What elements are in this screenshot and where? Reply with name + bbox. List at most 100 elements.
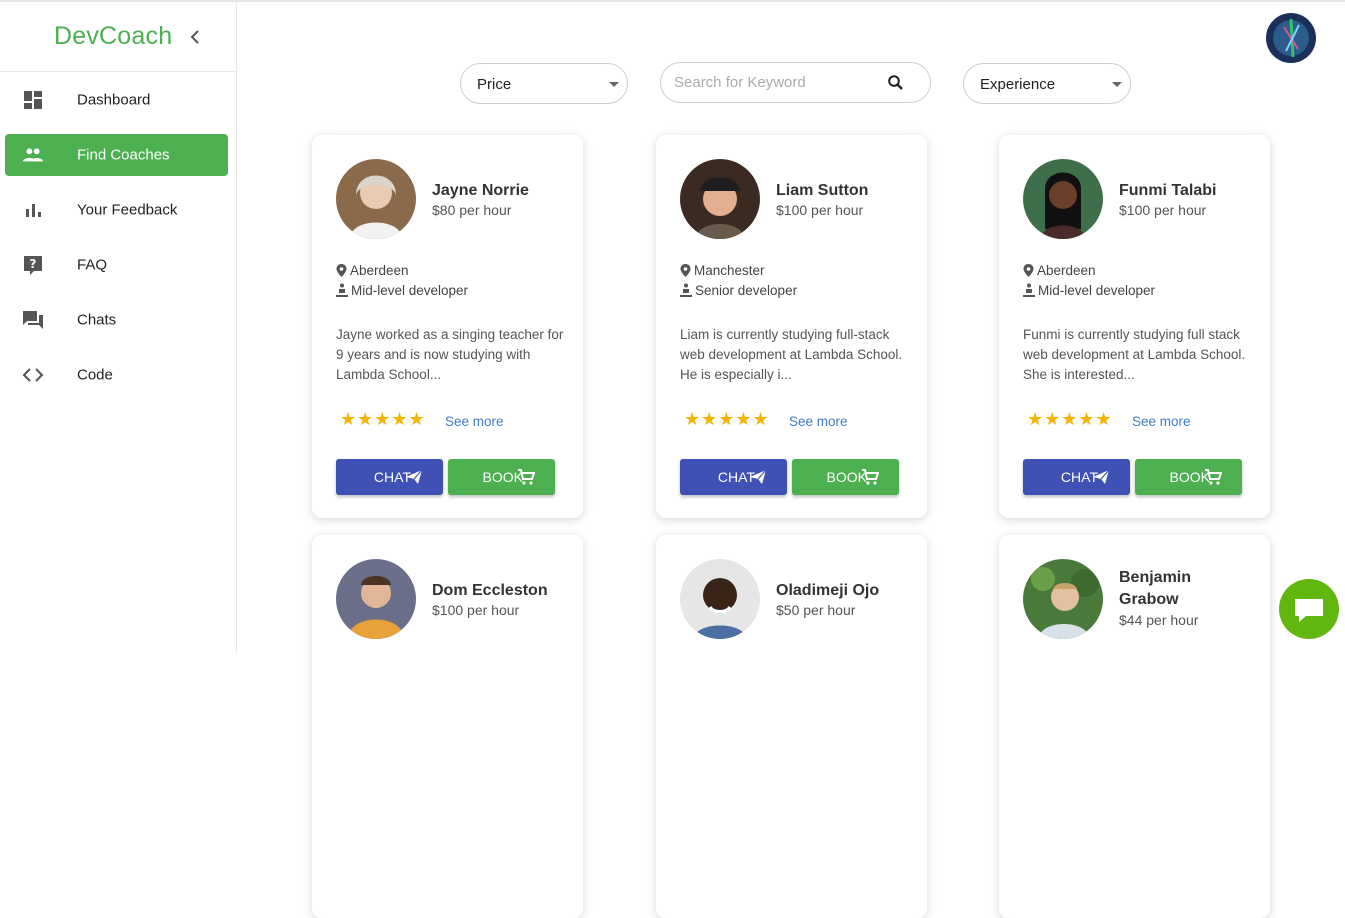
coach-card: Dom Eccleston $100 per hour <box>312 535 583 918</box>
sidebar: DevCoach Dashboard Find Coaches Your Fee… <box>0 2 237 653</box>
sidebar-item-faq[interactable]: ? FAQ <box>0 237 236 292</box>
coach-name: Oladimeji Ojo <box>776 582 880 599</box>
coach-location-text: Aberdeen <box>350 263 409 278</box>
people-icon <box>22 147 44 161</box>
location-pin-icon <box>336 264 347 277</box>
coach-level: Senior developer <box>680 283 797 298</box>
experience-select-value: Experience <box>980 76 1056 93</box>
developer-icon <box>336 283 348 297</box>
sidebar-item-dashboard[interactable]: Dashboard <box>0 72 236 127</box>
chat-button[interactable]: CHAT <box>680 459 787 495</box>
see-more-link[interactable]: See more <box>445 414 504 429</box>
developer-icon <box>1023 283 1035 297</box>
coach-card: Funmi Talabi $100 per hour Aberdeen Mid-… <box>999 135 1270 518</box>
send-icon <box>406 469 423 484</box>
chat-button-label: CHAT <box>717 469 755 485</box>
code-icon <box>22 367 44 382</box>
chat-widget-button[interactable] <box>1279 579 1339 639</box>
sidebar-item-label: Chats <box>77 311 117 328</box>
coach-photo <box>1023 559 1103 639</box>
book-button-label: BOOK <box>1169 469 1210 485</box>
location-pin-icon <box>1023 264 1034 277</box>
coach-location-text: Manchester <box>694 263 765 278</box>
coach-location: Aberdeen <box>1023 263 1096 278</box>
book-button-label: BOOK <box>826 469 867 485</box>
coach-name: Funmi Talabi <box>1119 182 1217 199</box>
coach-level-text: Mid-level developer <box>1038 283 1156 298</box>
coach-location: Aberdeen <box>336 263 409 278</box>
see-more-link[interactable]: See more <box>789 414 848 429</box>
developer-icon <box>680 283 692 297</box>
price-select-value: Price <box>477 76 512 93</box>
search-placeholder: Search for Keyword <box>674 74 806 91</box>
chat-button[interactable]: CHAT <box>1023 459 1130 495</box>
coach-card: Jayne Norrie $80 per hour Aberdeen Mid-l… <box>312 135 583 518</box>
book-button[interactable]: BOOK <box>448 459 555 495</box>
bar-chart-icon <box>26 203 41 217</box>
dashboard-icon <box>24 90 42 109</box>
coach-price: $100 per hour <box>776 202 864 218</box>
coach-level-text: Mid-level developer <box>351 283 469 298</box>
coach-location-text: Aberdeen <box>1037 263 1096 278</box>
sidebar-item-find-coaches[interactable]: Find Coaches <box>5 133 228 176</box>
coach-photo <box>1023 159 1103 239</box>
rating-stars: ★★★★★ <box>684 409 770 429</box>
location-pin-icon <box>680 264 691 277</box>
coach-name: Benjamin Grabow <box>1119 569 1192 608</box>
book-button[interactable]: BOOK <box>1135 459 1242 495</box>
coach-level: Mid-level developer <box>336 283 468 298</box>
dropdown-caret-icon <box>1112 82 1122 87</box>
cart-icon <box>518 469 535 485</box>
chat-button-label: CHAT <box>373 469 411 485</box>
chat-bubbles-icon <box>23 310 43 329</box>
search-icon[interactable] <box>887 74 904 91</box>
rating-stars: ★★★★★ <box>1027 409 1113 429</box>
brand-logo[interactable]: DevCoach <box>54 22 172 51</box>
svg-text:?: ? <box>30 257 37 271</box>
sidebar-nav: Dashboard Find Coaches Your Feedback ? F… <box>0 72 236 402</box>
coach-level-text: Senior developer <box>695 283 798 298</box>
chat-button[interactable]: CHAT <box>336 459 443 495</box>
coach-location: Manchester <box>680 263 765 278</box>
coach-price: $100 per hour <box>1119 202 1207 218</box>
sidebar-item-label: Code <box>77 366 113 383</box>
rating-stars: ★★★★★ <box>340 409 426 429</box>
sidebar-item-label: Find Coaches <box>77 146 170 163</box>
coach-price: $44 per hour <box>1119 612 1199 628</box>
coach-level: Mid-level developer <box>1023 283 1155 298</box>
coach-card: Benjamin Grabow $44 per hour <box>999 535 1270 918</box>
price-select[interactable]: Price <box>460 63 628 104</box>
sidebar-item-label: Dashboard <box>77 91 151 108</box>
coach-photo <box>680 559 760 639</box>
coach-bio: Jayne worked as a singing teacher for 9 … <box>336 327 564 382</box>
send-icon <box>750 469 767 484</box>
coach-name: Liam Sutton <box>776 182 869 199</box>
coach-bio: Funmi is currently studying full stack w… <box>1023 327 1246 382</box>
book-button[interactable]: BOOK <box>792 459 899 495</box>
user-avatar[interactable] <box>1266 13 1316 63</box>
sidebar-item-your-feedback[interactable]: Your Feedback <box>0 182 236 237</box>
coach-photo <box>336 559 416 639</box>
chat-bubble-icon <box>1295 599 1323 622</box>
sidebar-item-code[interactable]: Code <box>0 347 236 402</box>
coach-photo <box>680 159 760 239</box>
sidebar-item-label: Your Feedback <box>77 201 178 218</box>
coach-price: $100 per hour <box>432 602 520 618</box>
coach-name: Dom Eccleston <box>432 582 548 599</box>
coach-photo <box>336 159 416 239</box>
chat-button-label: CHAT <box>1060 469 1098 485</box>
send-icon <box>1093 469 1110 484</box>
cart-icon <box>1205 469 1222 485</box>
see-more-link[interactable]: See more <box>1132 414 1191 429</box>
question-icon: ? <box>24 255 42 275</box>
coach-price: $50 per hour <box>776 602 856 618</box>
brand-row: DevCoach <box>0 2 236 72</box>
sidebar-item-label: FAQ <box>77 256 108 273</box>
coach-card: Liam Sutton $100 per hour Manchester Sen… <box>656 135 927 518</box>
search-input[interactable]: Search for Keyword <box>660 62 931 103</box>
chevron-left-icon[interactable] <box>186 26 204 48</box>
sidebar-item-chats[interactable]: Chats <box>0 292 236 347</box>
coach-name: Jayne Norrie <box>432 182 529 199</box>
sidebar-item-wrapper: Find Coaches <box>0 127 236 182</box>
experience-select[interactable]: Experience <box>963 63 1131 104</box>
